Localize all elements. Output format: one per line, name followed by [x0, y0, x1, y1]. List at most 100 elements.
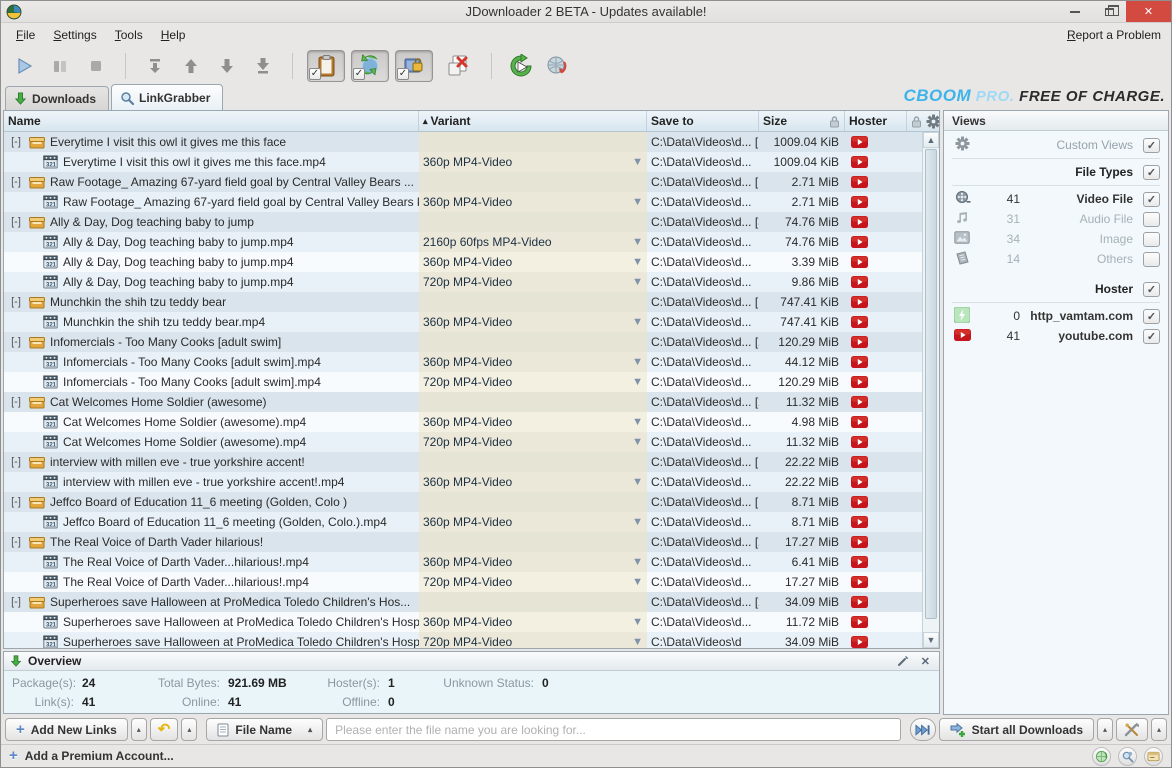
checkbox[interactable]: ✓: [1143, 281, 1160, 297]
collapse-expander-icon[interactable]: [-]: [8, 496, 24, 508]
link-row[interactable]: 321 Ally & Day, Dog teaching baby to jump…: [4, 252, 922, 272]
variant-dropdown-icon[interactable]: ▼: [632, 636, 643, 648]
collapse-expander-icon[interactable]: [-]: [8, 136, 24, 148]
filetype-row-video-file[interactable]: 41 Video File ✓: [952, 189, 1160, 209]
filetype-row-others[interactable]: 14 Others ✓: [952, 249, 1160, 269]
link-row[interactable]: 321 Superheroes save Halloween at ProMedi…: [4, 632, 922, 648]
variant-cell[interactable]: 360p MP4-Video ▼: [419, 352, 647, 372]
start-downloads-button[interactable]: [9, 51, 39, 81]
variant-dropdown-icon[interactable]: ▼: [632, 356, 643, 368]
checkbox[interactable]: ✓: [1143, 137, 1160, 153]
variant-cell[interactable]: 360p MP4-Video ▼: [419, 252, 647, 272]
tab-linkgrabber[interactable]: LinkGrabber: [111, 84, 224, 110]
autoconfirm-button[interactable]: [909, 718, 936, 741]
checkbox[interactable]: ✓: [1143, 164, 1160, 180]
variant-cell[interactable]: 360p MP4-Video ▼: [419, 612, 647, 632]
variant-cell[interactable]: 360p MP4-Video ▼: [419, 512, 647, 532]
checkbox[interactable]: ✓: [1143, 231, 1160, 247]
package-row[interactable]: [-] interview with millen eve - true york…: [4, 452, 922, 472]
variant-dropdown-icon[interactable]: ▼: [632, 616, 643, 628]
close-button[interactable]: ✕: [1126, 1, 1171, 22]
collapse-expander-icon[interactable]: [-]: [8, 396, 24, 408]
move-to-bottom-button[interactable]: [248, 51, 278, 81]
variant-dropdown-icon[interactable]: ▼: [632, 556, 643, 568]
link-row[interactable]: 321 Raw Footage_ Amazing 67-yard field go…: [4, 192, 922, 212]
collapse-expander-icon[interactable]: [-]: [8, 216, 24, 228]
log-console-icon[interactable]: [1144, 746, 1163, 766]
auto-extract-toggle[interactable]: ✓: [395, 49, 433, 82]
collapse-expander-icon[interactable]: [-]: [8, 176, 24, 188]
variant-cell[interactable]: 720p MP4-Video ▼: [419, 372, 647, 392]
package-row[interactable]: [-] The Real Voice of Darth Vader hilario…: [4, 532, 922, 552]
package-row[interactable]: [-] Raw Footage_ Amazing 67-yard field go…: [4, 172, 922, 192]
variant-dropdown-icon[interactable]: ▼: [632, 476, 643, 488]
link-row[interactable]: 321 Munchkin the shih tzu teddy bear.mp4 3…: [4, 312, 922, 332]
move-up-button[interactable]: [176, 51, 206, 81]
variant-cell[interactable]: 360p MP4-Video ▼: [419, 552, 647, 572]
column-header-size[interactable]: Size: [759, 111, 845, 131]
menu-file[interactable]: File: [7, 25, 44, 45]
variant-cell[interactable]: 720p MP4-Video ▼: [419, 432, 647, 452]
link-row[interactable]: 321 interview with millen eve - true york…: [4, 472, 922, 492]
hoster-row-http_vamtam-com[interactable]: 0 http_vamtam.com ✓: [952, 306, 1160, 326]
connection-status-icon[interactable]: [1092, 746, 1111, 766]
scroll-down-button[interactable]: ▼: [923, 632, 939, 648]
checkbox[interactable]: ✓: [1143, 328, 1160, 344]
checkbox[interactable]: ✓: [1143, 191, 1160, 207]
pause-downloads-button[interactable]: [45, 51, 75, 81]
online-check-button[interactable]: [542, 51, 572, 81]
link-row[interactable]: 321 The Real Voice of Darth Vader...hilar…: [4, 552, 922, 572]
column-header-hoster[interactable]: Hoster: [845, 111, 907, 131]
variant-cell[interactable]: 720p MP4-Video ▼: [419, 572, 647, 592]
maximize-button[interactable]: [1092, 1, 1126, 22]
variant-cell[interactable]: 360p MP4-Video ▼: [419, 412, 647, 432]
link-row[interactable]: 321 Cat Welcomes Home Soldier (awesome).m…: [4, 412, 922, 432]
variant-dropdown-icon[interactable]: ▼: [632, 436, 643, 448]
variant-dropdown-icon[interactable]: ▼: [632, 516, 643, 528]
link-row[interactable]: 321 Ally & Day, Dog teaching baby to jump…: [4, 272, 922, 292]
variant-cell[interactable]: 720p MP4-Video ▼: [419, 632, 647, 648]
link-row[interactable]: 321 The Real Voice of Darth Vader...hilar…: [4, 572, 922, 592]
variant-cell[interactable]: 360p MP4-Video ▼: [419, 312, 647, 332]
linkgrabber-settings-button[interactable]: [1116, 718, 1148, 741]
file-types-header-row[interactable]: File Types ✓: [952, 162, 1160, 182]
start-downloads-dropdown-button[interactable]: ▴: [1097, 718, 1113, 741]
package-row[interactable]: [-] Munchkin the shih tzu teddy bear C:\Da…: [4, 292, 922, 312]
collapse-expander-icon[interactable]: [-]: [8, 456, 24, 468]
filetype-row-image[interactable]: 34 Image ✓: [952, 229, 1160, 249]
variant-dropdown-icon[interactable]: ▼: [632, 416, 643, 428]
checkbox[interactable]: ✓: [1143, 308, 1160, 324]
variant-dropdown-icon[interactable]: ▼: [632, 316, 643, 328]
menu-tools[interactable]: Tools: [106, 25, 152, 45]
stop-downloads-button[interactable]: [81, 51, 111, 81]
variant-dropdown-icon[interactable]: ▼: [632, 256, 643, 268]
link-row[interactable]: 321 Cat Welcomes Home Soldier (awesome).m…: [4, 432, 922, 452]
variant-dropdown-icon[interactable]: ▼: [632, 196, 643, 208]
package-row[interactable]: [-] Infomercials - Too Many Cooks [adult …: [4, 332, 922, 352]
package-row[interactable]: [-] Jeffco Board of Education 11_6 meetin…: [4, 492, 922, 512]
search-category-button[interactable]: File Name ▴: [206, 718, 324, 741]
package-row[interactable]: [-] Everytime I visit this owl it gives m…: [4, 132, 922, 152]
minimize-button[interactable]: [1058, 1, 1092, 22]
collapse-expander-icon[interactable]: [-]: [8, 336, 24, 348]
variant-dropdown-icon[interactable]: ▼: [632, 236, 643, 248]
undo-dropdown-button[interactable]: ▴: [181, 718, 198, 741]
hoster-row-youtube-com[interactable]: 41 youtube.com ✓: [952, 326, 1160, 346]
variant-dropdown-icon[interactable]: ▼: [632, 276, 643, 288]
checkbox[interactable]: ✓: [1143, 211, 1160, 227]
account-search-icon[interactable]: [1118, 746, 1137, 766]
overview-close-icon[interactable]: ✕: [918, 655, 933, 668]
column-header-name[interactable]: Name: [4, 111, 419, 131]
table-gear-icon[interactable]: [926, 114, 939, 129]
variant-dropdown-icon[interactable]: ▼: [632, 576, 643, 588]
add-new-links-button[interactable]: + Add New Links: [5, 718, 128, 741]
add-links-dropdown-button[interactable]: ▴: [130, 718, 147, 741]
menu-help[interactable]: Help: [152, 25, 195, 45]
variant-cell[interactable]: 360p MP4-Video ▼: [419, 472, 647, 492]
column-header-save-to[interactable]: Save to: [647, 111, 759, 131]
filename-search-input[interactable]: [326, 718, 901, 741]
custom-views-row[interactable]: Custom Views ✓: [952, 135, 1160, 155]
move-down-button[interactable]: [212, 51, 242, 81]
overview-settings-wrench-icon[interactable]: [894, 655, 912, 667]
column-header-variant[interactable]: ▴ Variant: [419, 111, 647, 131]
